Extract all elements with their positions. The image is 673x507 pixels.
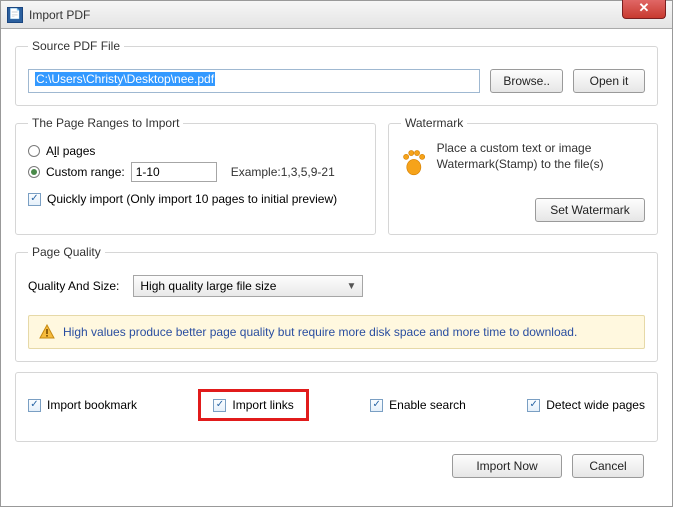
quality-note: High values produce better page quality … bbox=[28, 315, 645, 349]
import-bookmark-checkbox[interactable]: ✓ Import bookmark bbox=[28, 389, 137, 421]
checkbox-icon: ✓ bbox=[527, 399, 540, 412]
titlebar: 📄 Import PDF ✕ bbox=[1, 1, 672, 29]
source-path-input[interactable]: C:\Users\Christy\Desktop\nee.pdf bbox=[28, 69, 480, 93]
quick-import-label: Quickly import (Only import 10 pages to … bbox=[47, 192, 337, 206]
quality-label: Quality And Size: bbox=[28, 279, 119, 293]
warning-icon bbox=[39, 324, 55, 340]
watermark-legend: Watermark bbox=[401, 116, 467, 130]
dialog-footer: Import Now Cancel bbox=[15, 450, 658, 478]
checkbox-icon: ✓ bbox=[28, 399, 41, 412]
cancel-button[interactable]: Cancel bbox=[572, 454, 644, 478]
detect-wide-pages-checkbox[interactable]: ✓ Detect wide pages bbox=[527, 389, 645, 421]
set-watermark-button[interactable]: Set Watermark bbox=[535, 198, 645, 222]
watermark-group: Watermark Place a custom text or image W… bbox=[388, 116, 658, 235]
all-pages-label: All pages bbox=[46, 144, 95, 158]
import-links-label: Import links bbox=[232, 398, 293, 412]
quick-import-checkbox[interactable]: ✓ Quickly import (Only import 10 pages t… bbox=[28, 192, 363, 206]
quality-selected: High quality large file size bbox=[140, 279, 276, 293]
browse-button[interactable]: Browse.. bbox=[490, 69, 563, 93]
chevron-down-icon: ▼ bbox=[346, 281, 356, 292]
source-legend: Source PDF File bbox=[28, 39, 124, 53]
import-links-checkbox[interactable]: ✓ Import links bbox=[213, 398, 293, 412]
highlight-annotation: ✓ Import links bbox=[198, 389, 308, 421]
checkbox-icon: ✓ bbox=[213, 399, 226, 412]
custom-range-input[interactable] bbox=[131, 162, 217, 182]
page-ranges-group: The Page Ranges to Import All pages Cust… bbox=[15, 116, 376, 235]
window-title: Import PDF bbox=[29, 8, 90, 22]
import-bookmark-label: Import bookmark bbox=[47, 398, 137, 412]
page-quality-group: Page Quality Quality And Size: High qual… bbox=[15, 245, 658, 362]
quality-note-text: High values produce better page quality … bbox=[63, 325, 577, 339]
source-path-value: C:\Users\Christy\Desktop\nee.pdf bbox=[35, 72, 215, 86]
page-quality-legend: Page Quality bbox=[28, 245, 105, 259]
checkbox-icon: ✓ bbox=[370, 399, 383, 412]
close-icon: ✕ bbox=[639, 0, 650, 16]
detect-wide-pages-label: Detect wide pages bbox=[546, 398, 645, 412]
footprint-icon bbox=[401, 140, 427, 184]
checkbox-icon: ✓ bbox=[28, 193, 41, 206]
custom-range-radio[interactable]: Custom range: Example:1,3,5,9-21 bbox=[28, 162, 363, 182]
all-pages-radio[interactable]: All pages bbox=[28, 144, 363, 158]
app-icon: 📄 bbox=[7, 7, 23, 23]
radio-icon bbox=[28, 166, 40, 178]
enable-search-label: Enable search bbox=[389, 398, 466, 412]
range-example: Example:1,3,5,9-21 bbox=[231, 165, 335, 179]
source-group: Source PDF File C:\Users\Christy\Desktop… bbox=[15, 39, 658, 106]
open-button[interactable]: Open it bbox=[573, 69, 645, 93]
quality-select[interactable]: High quality large file size ▼ bbox=[133, 275, 363, 297]
custom-range-label: Custom range: bbox=[46, 165, 125, 179]
close-button[interactable]: ✕ bbox=[622, 0, 666, 19]
page-ranges-legend: The Page Ranges to Import bbox=[28, 116, 183, 130]
import-now-button[interactable]: Import Now bbox=[452, 454, 562, 478]
enable-search-checkbox[interactable]: ✓ Enable search bbox=[370, 389, 466, 421]
watermark-description: Place a custom text or image Watermark(S… bbox=[437, 140, 645, 172]
import-options-group: ✓ Import bookmark ✓ Import links ✓ Enabl… bbox=[15, 372, 658, 442]
radio-icon bbox=[28, 145, 40, 157]
